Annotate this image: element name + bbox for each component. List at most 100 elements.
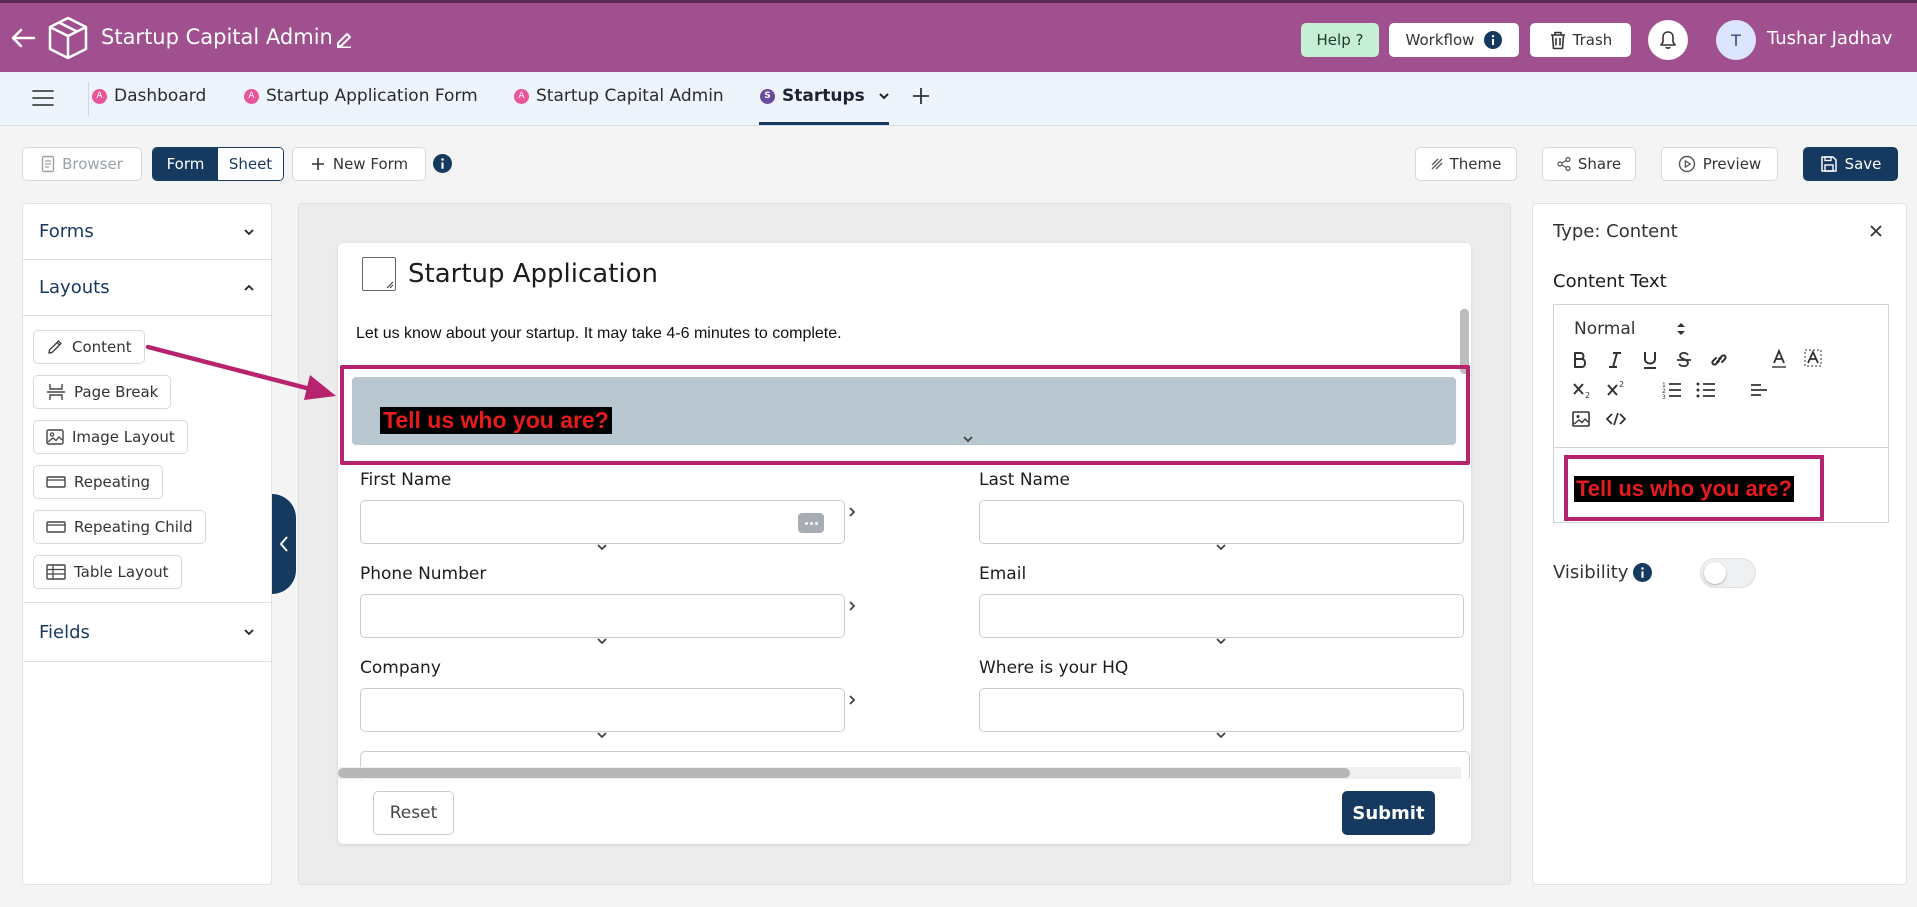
chevron-down-icon[interactable] (878, 92, 890, 100)
info-icon[interactable] (433, 154, 452, 173)
page-break-icon (46, 383, 66, 401)
chevron-up-icon (243, 284, 255, 292)
first-name-label: First Name (360, 470, 452, 490)
form-logo-placeholder[interactable] (362, 257, 396, 291)
subscript-icon[interactable]: 2 (1572, 381, 1592, 399)
reset-button[interactable]: Reset (373, 791, 454, 835)
insert-image-icon[interactable] (1572, 411, 1590, 427)
form-preview-card: Startup Application Let us know about yo… (338, 243, 1471, 844)
add-tab-icon[interactable] (911, 86, 931, 106)
app-title: Startup Capital Admin (101, 25, 333, 49)
hq-input[interactable] (979, 688, 1464, 732)
menu-icon[interactable] (32, 89, 54, 107)
phone-number-input[interactable] (360, 594, 845, 638)
theme-button[interactable]: Theme (1415, 147, 1517, 181)
tab-startup-application-form[interactable]: A Startup Application Form (244, 86, 478, 106)
edit-title-icon[interactable] (335, 30, 353, 48)
link-icon[interactable] (1709, 351, 1729, 369)
superscript-icon[interactable]: 2 (1606, 379, 1626, 397)
tab-startup-capital-admin[interactable]: A Startup Capital Admin (514, 86, 724, 106)
plus-icon (310, 156, 326, 172)
chevron-down-icon (1215, 731, 1227, 739)
active-tab-indicator (759, 122, 889, 125)
info-icon[interactable] (1633, 563, 1652, 582)
layout-item-repeating-child[interactable]: Repeating Child (33, 510, 206, 544)
svg-text:2: 2 (1619, 380, 1624, 389)
chevron-down-icon (596, 543, 608, 551)
tab-dashboard[interactable]: A Dashboard (92, 86, 206, 106)
submit-button[interactable]: Submit (1342, 791, 1435, 835)
collapse-sidebar-button[interactable] (272, 494, 296, 594)
repeating-child-icon (46, 519, 66, 535)
align-left-icon[interactable] (1750, 381, 1768, 399)
layouts-section-header[interactable]: Layouts (23, 260, 271, 316)
chevron-down-icon (243, 228, 255, 236)
form-description: Let us know about your startup. It may t… (356, 325, 842, 342)
trash-icon (1549, 30, 1567, 50)
new-form-button[interactable]: New Form (292, 147, 426, 181)
tab-bar: A Dashboard A Startup Application Form A… (0, 72, 1917, 126)
editor-content-highlight[interactable]: Tell us who you are? (1564, 455, 1824, 521)
preview-button[interactable]: Preview (1661, 147, 1778, 181)
trash-button[interactable]: Trash (1530, 23, 1631, 57)
close-icon[interactable] (1869, 224, 1883, 238)
document-icon (41, 155, 55, 173)
save-button[interactable]: Save (1803, 147, 1898, 181)
layout-item-image-layout[interactable]: Image Layout (33, 420, 188, 454)
text-color-icon[interactable] (1770, 349, 1788, 369)
strikethrough-icon[interactable] (1676, 351, 1692, 369)
ordered-list-icon[interactable]: 123 (1662, 381, 1682, 399)
company-input[interactable] (360, 688, 845, 732)
horizontal-scrollbar[interactable] (338, 768, 1350, 778)
chevron-down-icon (1215, 543, 1227, 551)
last-name-input[interactable] (979, 500, 1464, 544)
layout-item-content[interactable]: Content (33, 330, 145, 364)
bold-icon[interactable] (1572, 351, 1588, 369)
layout-item-table-layout[interactable]: Table Layout (33, 555, 182, 589)
company-label: Company (360, 658, 441, 678)
forms-section-header[interactable]: Forms (23, 204, 271, 260)
first-name-input[interactable] (360, 500, 845, 544)
workflow-button[interactable]: Workflow (1389, 23, 1519, 57)
chevron-right-icon[interactable] (848, 506, 856, 518)
repeating-icon (46, 474, 66, 490)
format-select[interactable]: Normal (1574, 319, 1686, 339)
divider (88, 82, 89, 116)
last-name-label: Last Name (979, 470, 1070, 490)
visibility-toggle[interactable] (1700, 558, 1756, 588)
email-label: Email (979, 564, 1027, 584)
underline-icon[interactable] (1642, 351, 1658, 369)
share-button[interactable]: Share (1542, 147, 1636, 181)
italic-icon[interactable] (1608, 351, 1622, 369)
tab-startups[interactable]: S Startups (760, 86, 890, 106)
fields-section-header[interactable]: Fields (23, 602, 271, 662)
layout-item-repeating[interactable]: Repeating (33, 465, 163, 499)
sort-arrows-icon (1676, 322, 1686, 336)
bullet-list-icon[interactable] (1696, 381, 1716, 399)
editor-content-text: Tell us who you are? (1574, 476, 1794, 502)
form-view-button[interactable]: Form (153, 148, 218, 180)
bell-icon (1659, 30, 1677, 50)
layout-item-page-break[interactable]: Page Break (33, 375, 172, 409)
avatar[interactable]: T (1716, 20, 1756, 60)
code-icon[interactable] (1606, 412, 1626, 426)
chevron-left-icon (279, 535, 289, 553)
help-button[interactable]: Help ? (1301, 23, 1379, 57)
svg-text:3: 3 (1662, 394, 1666, 399)
user-name[interactable]: Tushar Jadhav (1767, 28, 1892, 49)
background-color-icon[interactable] (1804, 349, 1822, 369)
chevron-right-icon[interactable] (848, 694, 856, 706)
sheet-view-button[interactable]: Sheet (218, 148, 283, 180)
chevron-down-icon (596, 731, 608, 739)
play-circle-icon (1678, 155, 1696, 173)
browser-button[interactable]: Browser (22, 147, 142, 181)
svg-text:2: 2 (1585, 391, 1590, 399)
tab-badge: A (514, 88, 529, 104)
notifications-button[interactable] (1648, 20, 1688, 60)
email-input[interactable] (979, 594, 1464, 638)
more-options-icon[interactable] (798, 513, 824, 533)
hq-label: Where is your HQ (979, 658, 1129, 678)
tab-badge: A (92, 88, 107, 104)
back-arrow-icon[interactable] (10, 27, 36, 49)
chevron-right-icon[interactable] (848, 600, 856, 612)
